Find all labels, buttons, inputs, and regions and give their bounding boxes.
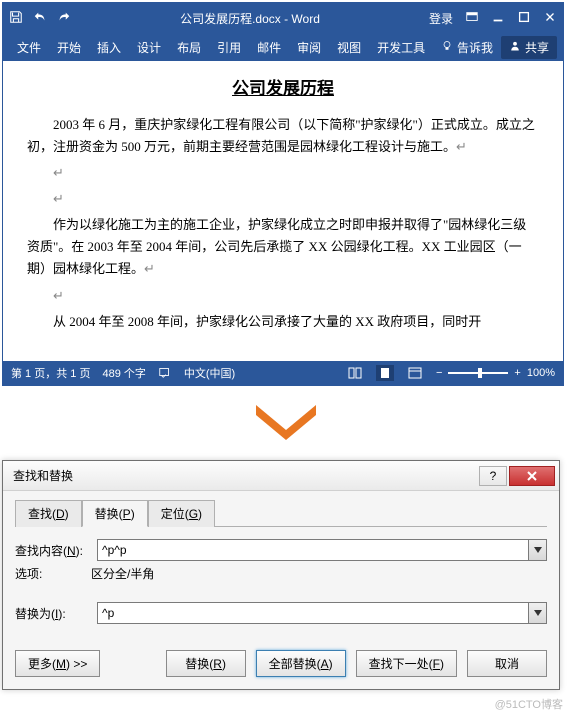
dialog-titlebar: 查找和替换 ? (3, 461, 559, 491)
zoom-level[interactable]: 100% (527, 367, 555, 379)
help-icon: ? (490, 469, 497, 483)
find-next-button[interactable]: 查找下一处(F) (356, 650, 457, 677)
doc-paragraph: ↵ (27, 285, 539, 307)
tab-design[interactable]: 设计 (129, 33, 169, 61)
spellcheck-icon[interactable] (158, 365, 172, 382)
find-combo (97, 539, 547, 561)
share-icon (509, 40, 521, 55)
para-mark: ↵ (144, 261, 155, 276)
ribbon-tabs: 文件 开始 插入 设计 布局 引用 邮件 审阅 视图 开发工具 告诉我 共享 (3, 33, 563, 61)
tab-find[interactable]: 查找(D) (15, 500, 82, 527)
doc-paragraph: ↵ (27, 188, 539, 210)
web-layout-icon[interactable] (406, 365, 424, 381)
share-label: 共享 (525, 39, 549, 56)
redo-icon[interactable] (57, 10, 71, 27)
tab-developer[interactable]: 开发工具 (369, 33, 433, 61)
zoom-controls: − + 100% (436, 367, 555, 379)
ribbon-display-icon[interactable] (465, 10, 479, 27)
tell-me[interactable]: 告诉我 (441, 39, 493, 56)
titlebar: 公司发展历程.docx - Word 登录 (3, 3, 563, 33)
replace-row: 替换为(I): (15, 602, 547, 624)
para-mark: ↵ (53, 191, 64, 206)
language-indicator[interactable]: 中文(中国) (184, 365, 235, 381)
doc-paragraph: 从 2004 年至 2008 年间，护家绿化公司承接了大量的 XX 政府项目，同… (27, 311, 539, 333)
para-mark: ↵ (456, 139, 467, 154)
tab-home[interactable]: 开始 (49, 33, 89, 61)
tab-replace[interactable]: 替换(P) (82, 500, 148, 527)
replace-input[interactable] (97, 602, 529, 624)
cancel-button[interactable]: 取消 (467, 650, 547, 677)
dialog-body: 查找(D) 替换(P) 定位(G) 查找内容(N): 选项: 区分全/半角 替换… (3, 491, 559, 689)
doc-paragraph: 2003 年 6 月，重庆护家绿化工程有限公司（以下简称"护家绿化"）正式成立。… (27, 114, 539, 158)
find-dropdown[interactable] (529, 539, 547, 561)
share-button[interactable]: 共享 (501, 36, 557, 59)
watermark: @51CTO博客 (0, 692, 571, 716)
arrow-divider (0, 388, 571, 458)
read-mode-icon[interactable] (346, 365, 364, 381)
doc-paragraph: 作为以绿化施工为主的施工企业，护家绿化成立之时即申报并取得了"园林绿化三级资质"… (27, 214, 539, 280)
find-replace-dialog: 查找和替换 ? 查找(D) 替换(P) 定位(G) 查找内容(N): 选项: 区… (2, 460, 560, 690)
tab-mailings[interactable]: 邮件 (249, 33, 289, 61)
tab-view[interactable]: 视图 (329, 33, 369, 61)
close-icon[interactable] (543, 10, 557, 27)
maximize-icon[interactable] (517, 10, 531, 27)
word-count[interactable]: 489 个字 (102, 365, 145, 381)
statusbar: 第 1 页，共 1 页 489 个字 中文(中国) − + 100% (3, 361, 563, 385)
options-label: 选项: (15, 565, 91, 582)
window-controls: 登录 (429, 10, 557, 27)
quick-access-toolbar (9, 10, 71, 27)
tab-insert[interactable]: 插入 (89, 33, 129, 61)
dialog-title: 查找和替换 (13, 467, 73, 484)
zoom-in-icon[interactable]: + (514, 367, 520, 379)
close-icon (526, 471, 538, 481)
save-icon[interactable] (9, 10, 23, 27)
tab-references[interactable]: 引用 (209, 33, 249, 61)
dialog-tabs: 查找(D) 替换(P) 定位(G) (15, 499, 547, 527)
find-label: 查找内容(N): (15, 542, 91, 559)
bulb-icon (441, 40, 453, 55)
replace-button[interactable]: 替换(R) (166, 650, 246, 677)
replace-label: 替换为(I): (15, 605, 91, 622)
window-title: 公司发展历程.docx - Word (71, 10, 429, 27)
tell-me-label: 告诉我 (457, 39, 493, 56)
find-input[interactable] (97, 539, 529, 561)
tab-layout[interactable]: 布局 (169, 33, 209, 61)
find-row: 查找内容(N): (15, 539, 547, 561)
dialog-close-button[interactable] (509, 466, 555, 486)
doc-title: 公司发展历程 (27, 75, 539, 104)
replace-dropdown[interactable] (529, 602, 547, 624)
minimize-icon[interactable] (491, 10, 505, 27)
zoom-slider[interactable] (448, 372, 508, 374)
zoom-out-icon[interactable]: − (436, 367, 442, 379)
dialog-buttons: 更多(M) >> 替换(R) 全部替换(A) 查找下一处(F) 取消 (15, 650, 547, 677)
tab-review[interactable]: 审阅 (289, 33, 329, 61)
login-label[interactable]: 登录 (429, 10, 453, 27)
word-window: 公司发展历程.docx - Word 登录 文件 开始 插入 设计 布局 引用 … (2, 2, 564, 386)
para-mark: ↵ (53, 288, 64, 303)
document-area[interactable]: 公司发展历程 2003 年 6 月，重庆护家绿化工程有限公司（以下简称"护家绿化… (3, 61, 563, 361)
doc-paragraph: ↵ (27, 162, 539, 184)
tab-goto[interactable]: 定位(G) (148, 500, 215, 527)
print-layout-icon[interactable] (376, 365, 394, 381)
chevron-down-icon (534, 610, 542, 616)
tab-file[interactable]: 文件 (9, 33, 49, 61)
page-indicator[interactable]: 第 1 页，共 1 页 (11, 365, 90, 381)
options-value: 区分全/半角 (91, 565, 154, 582)
para-mark: ↵ (53, 165, 64, 180)
more-button[interactable]: 更多(M) >> (15, 650, 100, 677)
undo-icon[interactable] (33, 10, 47, 27)
replace-all-button[interactable]: 全部替换(A) (256, 650, 346, 677)
replace-combo (97, 602, 547, 624)
chevron-down-icon (534, 547, 542, 553)
chevron-down-icon (246, 400, 326, 440)
options-row: 选项: 区分全/半角 (15, 565, 547, 582)
help-button[interactable]: ? (479, 466, 507, 486)
